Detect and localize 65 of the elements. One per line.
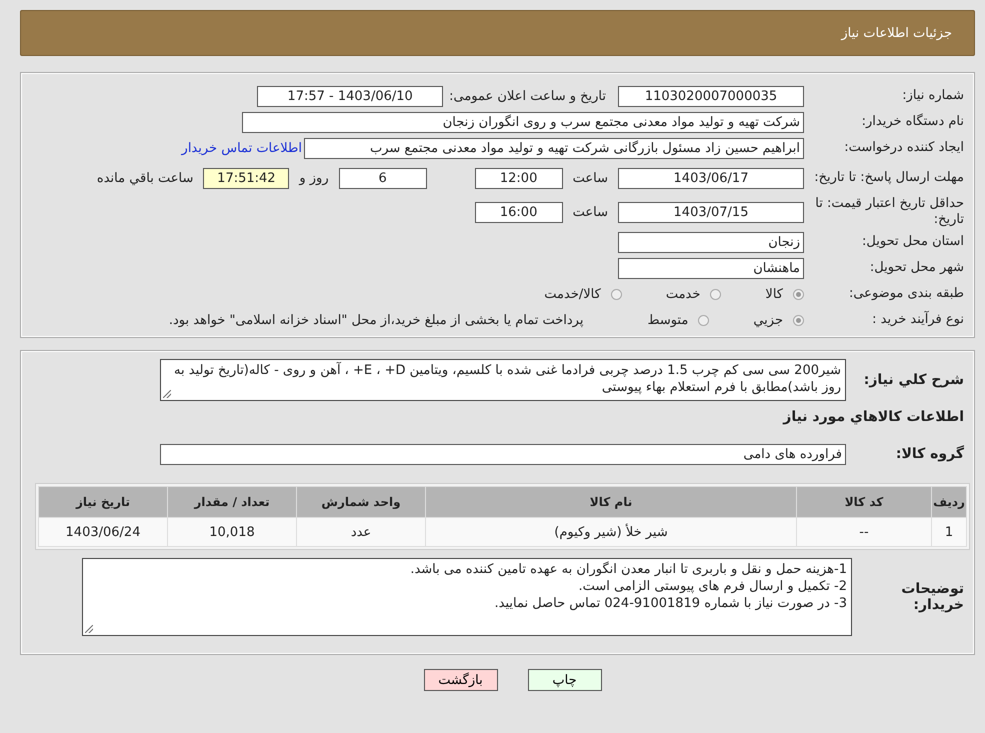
column-header: تعداد / مقدار [168,486,296,518]
column-header: کد کالا [796,486,932,518]
back-button[interactable]: بازگشت [424,669,498,691]
table-cell: -- [796,518,932,546]
table-cell: شیر خلأ (شیر وکیوم) [426,518,796,546]
radio-button[interactable] [793,314,804,326]
province-field: زنجان [618,232,804,252]
radio-label: کالا/خدمت [544,286,601,302]
radio-label: خدمت [666,286,700,302]
header-title: جزئیات اطلاعات نیاز [841,26,952,40]
field-label: شرح کلي نیاز: [862,372,964,388]
time-label: ساعت [572,204,608,220]
goods-group-field: فراورده های دامی [160,444,846,464]
radio-button[interactable] [610,288,622,300]
field-label: نام دستگاه خریدار: [860,114,964,130]
validity-time-field: 16:00 [474,202,563,222]
resize-grip-icon[interactable] [85,625,93,633]
radio-label: کالا [765,286,783,302]
field-label: توضیحات خریدار: [900,581,964,613]
announce-date-field: 1403/06/10 - 17:57 [257,86,444,106]
days-field: 6 [338,168,427,188]
field-label: تاریخ و ساعت اعلان عمومی: [449,88,606,104]
table-cell: 1 [932,518,966,546]
table-cell: 1403/06/24 [38,518,168,546]
column-header: ردیف [932,486,966,518]
need-number-field: 1103020007000035 [618,86,804,106]
table-cell: عدد [296,518,426,546]
column-header: نام کالا [426,486,796,518]
column-header: تاریخ نیاز [38,486,168,518]
field-label: گروه کالا: [894,446,964,462]
validity-date-field: 1403/07/15 [618,202,804,222]
column-header: واحد شمارش [296,486,426,518]
radio-button[interactable] [698,314,710,326]
field-label: ایجاد کننده درخواست: [843,140,964,156]
radio-label: جزيي [753,312,783,328]
field-label: نوع فرآیند خرید : [871,312,964,328]
resize-grip-icon[interactable] [163,390,171,398]
table-cell: 10,018 [168,518,296,546]
note-line: 3- در صورت نیاز با شماره 91001819-024 تماس حاصل نمایید. [494,595,847,612]
note-line: 1-هزینه حمل و نقل و باربری تا انبار معدن انگوران به عهده تامین کننده می باشد. [409,561,847,578]
radio-button[interactable] [710,288,722,300]
description-textarea[interactable]: شیر200 سی سی کم چرب 1.5 درصد چربی فرادما غنی شده با کلسیم، ویتامین E ، +D+ ، آهن و روی - کاله(تاریخ تولید به روز باشد)مطابق با فرم استعلام بهاء پیوستی [160,359,846,401]
creator-field: ابراهیم حسین زاد مسئول بازرگانی شرکت تهیه و تولید مواد معدنی مجتمع سرب [304,138,804,158]
buyer-notes-textarea[interactable]: 1-هزینه حمل و نقل و باربری تا انبار معدن انگوران به عهده تامین کننده می باشد. 2- تکمیل و ارسال فرم های پیوستی الزامی است. 3- در صورت نیاز با شماره 91001819-024 تماس حاصل نمایید. [82,558,852,636]
field-label: طبقه بندی موضوعی: [848,286,964,302]
city-field: ماهنشان [618,258,804,278]
payment-note: پرداخت تمام یا بخشی از مبلغ خرید،از محل "اسناد خزانه اسلامی" خواهد بود. [168,312,584,328]
radio-label: متوسط [647,312,688,328]
field-label: شماره نیاز: [901,88,964,104]
field-label: مهلت ارسال پاسخ: تا تاریخ: [813,170,964,186]
field-label: شهر محل تحویل: [868,260,964,276]
buyer-contact-link[interactable]: اطلاعات تماس خریدار [182,140,302,156]
time-label: ساعت [572,170,608,186]
days-label: روز و [299,170,329,186]
radio-button[interactable] [793,288,804,300]
field-label: استان محل تحویل: [861,234,964,250]
remaining-time-field: 17:51:42 [203,168,290,188]
buyer-field: شرکت تهیه و تولید مواد معدنی مجتمع سرب و روی انگوران زنجان [242,112,804,132]
print-button[interactable]: چاپ [528,669,602,691]
field-label: حداقل تاریخ اعتبار قیمت: تا تاریخ: [814,196,964,228]
note-line: 2- تکمیل و ارسال فرم های پیوستی الزامی است. [578,578,847,595]
deadline-date-field: 1403/06/17 [618,168,804,188]
remaining-label: ساعت باقي مانده [96,170,194,186]
section-heading: اطلاعات کالاهاي مورد نیاز [782,409,964,425]
deadline-time-field: 12:00 [474,168,563,188]
